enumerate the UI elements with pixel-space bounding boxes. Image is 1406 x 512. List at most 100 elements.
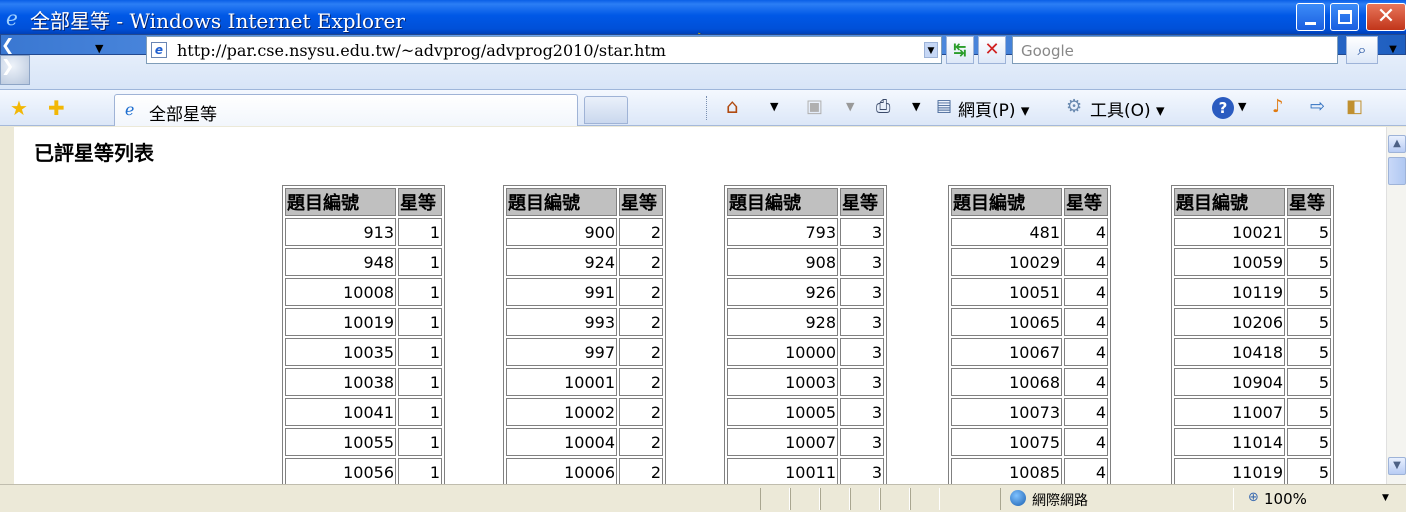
url-text[interactable]: http://par.cse.nsysu.edu.tw/~advprog/adv… [177,41,666,60]
minimize-button[interactable] [1296,3,1325,31]
table-row: 10008 1 [285,278,442,306]
add-favorites-icon[interactable]: ✚ [48,96,65,120]
problem-id-cell: 10206 [1174,308,1285,336]
star-table: 題目編號 星等 481 4 10029 4 10051 4 10065 4 10067 4 10068 4… [948,185,1111,484]
tools-icon[interactable]: ⚙ [1066,96,1082,117]
window-title: 全部星等 - Windows Internet Explorer [30,9,405,33]
star-cell: 2 [619,308,663,336]
table-row: 924 2 [506,248,663,276]
refresh-button[interactable]: ↹ [946,36,974,64]
star-cell: 5 [1287,338,1331,366]
star-cell: 3 [840,398,884,426]
recent-pages-dropdown[interactable]: ▼ [95,42,103,55]
table-row: 10021 5 [1174,218,1331,246]
star-cell: 5 [1287,368,1331,396]
table-row: 10206 5 [1174,308,1331,336]
table-row: 10000 3 [727,338,884,366]
help-icon[interactable]: ? [1212,97,1234,119]
table-row: 10003 3 [727,368,884,396]
table-row: 928 3 [727,308,884,336]
tab-current[interactable]: ℯ 全部星等 [114,94,578,126]
problem-id-header: 題目編號 [951,188,1062,216]
problem-id-cell: 10038 [285,368,396,396]
problem-id-cell: 10019 [285,308,396,336]
address-bar[interactable]: e http://par.cse.nsysu.edu.tw/~advprog/a… [146,36,942,64]
star-cell: 2 [619,278,663,306]
star-cell: 2 [619,458,663,484]
table-row: 991 2 [506,278,663,306]
problem-id-header: 題目編號 [285,188,396,216]
table-row: 11007 5 [1174,398,1331,426]
tab-ie-icon: ℯ [125,100,135,119]
table-row: 993 2 [506,308,663,336]
command-bar: ★ ✚ ℯ 全部星等 ⌂ ▼ ▣ ▼ ⎙ ▼ ▤ 網頁(P) ▾ ⚙ 工具(O)… [0,90,1406,126]
help-dropdown[interactable]: ▼ [1238,100,1246,113]
problem-id-cell: 10067 [951,338,1062,366]
print-icon[interactable]: ⎙ [876,96,890,117]
problem-id-cell: 10065 [951,308,1062,336]
maximize-button[interactable] [1330,3,1359,31]
table-row: 10002 2 [506,398,663,426]
close-button[interactable]: ✕ [1366,3,1406,31]
problem-id-cell: 10006 [506,458,617,484]
page-menu[interactable]: 網頁(P) ▾ [958,96,1029,121]
navigation-bar: ❮ ❯ ▼ e http://par.cse.nsysu.edu.tw/~adv… [0,34,1406,90]
feeds-dropdown[interactable]: ▼ [846,100,854,113]
search-input[interactable]: Google [1012,36,1338,64]
stop-button[interactable]: ✕ [978,36,1006,64]
zoom-level[interactable]: 100% [1264,490,1307,508]
address-dropdown-button[interactable]: ▼ [924,42,938,58]
scroll-up-button[interactable]: ▲ [1388,135,1406,153]
star-cell: 1 [398,248,442,276]
vertical-scrollbar[interactable]: ▲ ▼ [1386,127,1406,484]
table-row: 10065 4 [951,308,1108,336]
page-content: 已評星等列表 題目編號 星等 913 1 948 1 10008 1 10019 1 10035 1 1… [14,127,1386,484]
new-tab-button[interactable] [584,96,628,124]
search-button[interactable]: ⌕ [1346,36,1378,64]
problem-id-cell: 10075 [951,428,1062,456]
star-cell: 4 [1064,278,1108,306]
page-menu-icon[interactable]: ▤ [936,96,952,116]
status-segment [820,488,850,510]
research-icon[interactable]: ♪ [1272,96,1284,117]
star-cell: 1 [398,338,442,366]
search-options-dropdown[interactable]: ▼ [1382,36,1404,64]
status-segment [790,488,820,510]
problem-id-cell: 10005 [727,398,838,426]
print-dropdown[interactable]: ▼ [912,100,920,113]
table-header-row: 題目編號 星等 [285,188,442,216]
messenger-icon[interactable]: ⇨ [1310,96,1325,117]
table-row: 908 3 [727,248,884,276]
refresh-icon: ↹ [953,40,967,59]
problem-id-header: 題目編號 [727,188,838,216]
table-row: 11014 5 [1174,428,1331,456]
problem-id-cell: 10418 [1174,338,1285,366]
stop-icon: ✕ [984,39,1000,60]
favorites-star-icon[interactable]: ★ [10,96,28,120]
problem-id-cell: 10004 [506,428,617,456]
table-header-row: 題目編號 星等 [1174,188,1331,216]
security-zone: 網際網路 [1032,493,1088,509]
table-row: 10055 1 [285,428,442,456]
home-icon[interactable]: ⌂ [726,94,739,118]
ie-logo-icon: ℯ [6,6,18,30]
star-cell: 2 [619,218,663,246]
bookmarks-icon[interactable]: ◧ [1346,96,1363,117]
table-row: 10005 3 [727,398,884,426]
back-arrow-icon: ❮ [1,35,15,54]
star-cell: 5 [1287,278,1331,306]
forward-button[interactable]: ❯ [0,55,30,85]
feeds-icon[interactable]: ▣ [806,96,823,117]
scroll-thumb[interactable] [1388,157,1406,185]
table-row: 10029 4 [951,248,1108,276]
problem-id-cell: 10051 [951,278,1062,306]
home-dropdown[interactable]: ▼ [770,100,778,113]
close-icon: ✕ [1376,4,1396,29]
problem-id-cell: 10904 [1174,368,1285,396]
scroll-down-button[interactable]: ▼ [1388,457,1406,475]
tools-menu[interactable]: 工具(O) ▾ [1090,96,1165,121]
star-cell: 5 [1287,428,1331,456]
problem-id-cell: 10002 [506,398,617,426]
zoom-dropdown[interactable]: ▼ [1382,493,1389,503]
maximize-icon [1338,10,1352,24]
